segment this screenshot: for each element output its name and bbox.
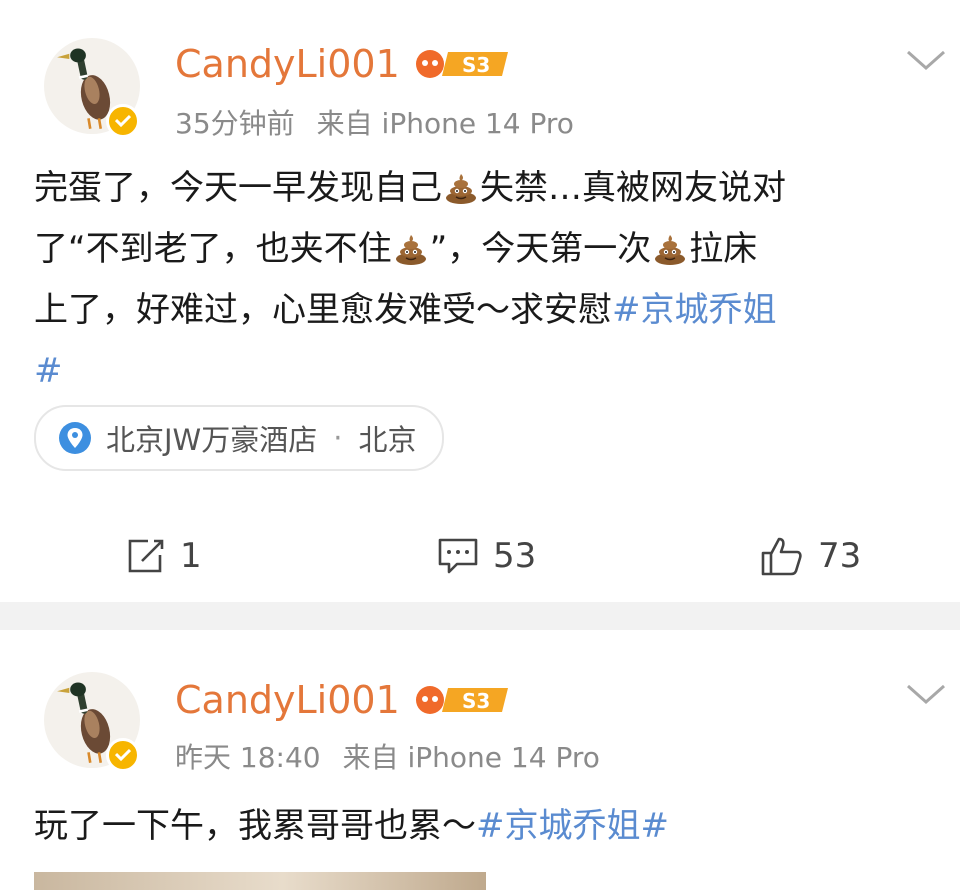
location-pin-icon [59,422,91,454]
post-image[interactable] [34,872,486,890]
repost-icon [128,539,164,573]
level-badge-icon: S3 [416,50,508,78]
verified-badge-icon [106,104,140,138]
post-text-main: 玩了一下午，我累哥哥也累～ [34,806,476,846]
text-line-2: 了“不到老了，也夹不住 ”，今天第一次 拉床 [34,229,758,269]
username[interactable]: CandyLi001 [175,678,400,722]
post-time: 35分钟前 [175,107,295,140]
comment-count: 53 [493,536,537,576]
username[interactable]: CandyLi001 [175,42,400,86]
post-source: 来自 iPhone 14 Pro [316,107,574,140]
like-icon [761,537,802,576]
chevron-down-icon[interactable] [905,682,947,706]
post-meta: 昨天 18:40 来自 iPhone 14 Pro [175,736,600,776]
level-badge-icon: S3 [416,686,508,714]
text-line-3: 上了，好难过，心里愈发难受～求安慰#京城乔姐 [34,290,777,330]
like-button[interactable]: 73 [760,533,861,579]
post-separator [0,602,960,630]
location-separator: · [333,421,343,455]
location-chip[interactable]: 北京JW万豪酒店 · 北京 [34,405,445,471]
poop-emoji [394,234,427,266]
comment-icon [438,538,478,574]
repost-button[interactable]: 1 [126,533,202,579]
chevron-down-icon[interactable] [905,48,947,72]
poop-emoji [445,173,477,205]
post-time: 昨天 18:40 [175,741,321,774]
text-line-1: 完蛋了，今天一早发现自己 失禁…真被网友说对 [34,168,786,208]
hashtag-link[interactable]: #京城乔姐 [612,290,777,330]
post-meta: 35分钟前 来自 iPhone 14 Pro [175,102,574,142]
like-count: 73 [818,536,862,576]
post-source: 来自 iPhone 14 Pro [342,741,600,774]
level-label: S3 [462,689,490,713]
hashtag-link[interactable]: #京城乔姐# [476,806,669,846]
comment-button[interactable]: 53 [437,533,536,579]
weibo-post: CandyLi001 S3 昨天 18:40 来自 iPhone 14 Pro 玩… [0,630,960,890]
level-label: S3 [462,53,490,77]
verified-badge-icon [106,738,140,772]
text-line-4: # [34,341,934,402]
hashtag-link-end[interactable]: # [34,351,63,391]
location-name: 北京JW万豪酒店 [106,423,318,457]
poop-emoji [654,234,686,266]
post-text: 完蛋了，今天一早发现自己 失禁…真被网友说对 了“不到老了，也夹不住 ”，今天第一次… [34,158,934,402]
location-city: 北京 [358,423,417,457]
post-text: 玩了一下午，我累哥哥也累～#京城乔姐# [34,796,934,857]
weibo-post: CandyLi001 S3 35分钟前 来自 iPhone 14 Pro 完蛋了，… [0,0,960,602]
repost-count: 1 [180,536,202,576]
